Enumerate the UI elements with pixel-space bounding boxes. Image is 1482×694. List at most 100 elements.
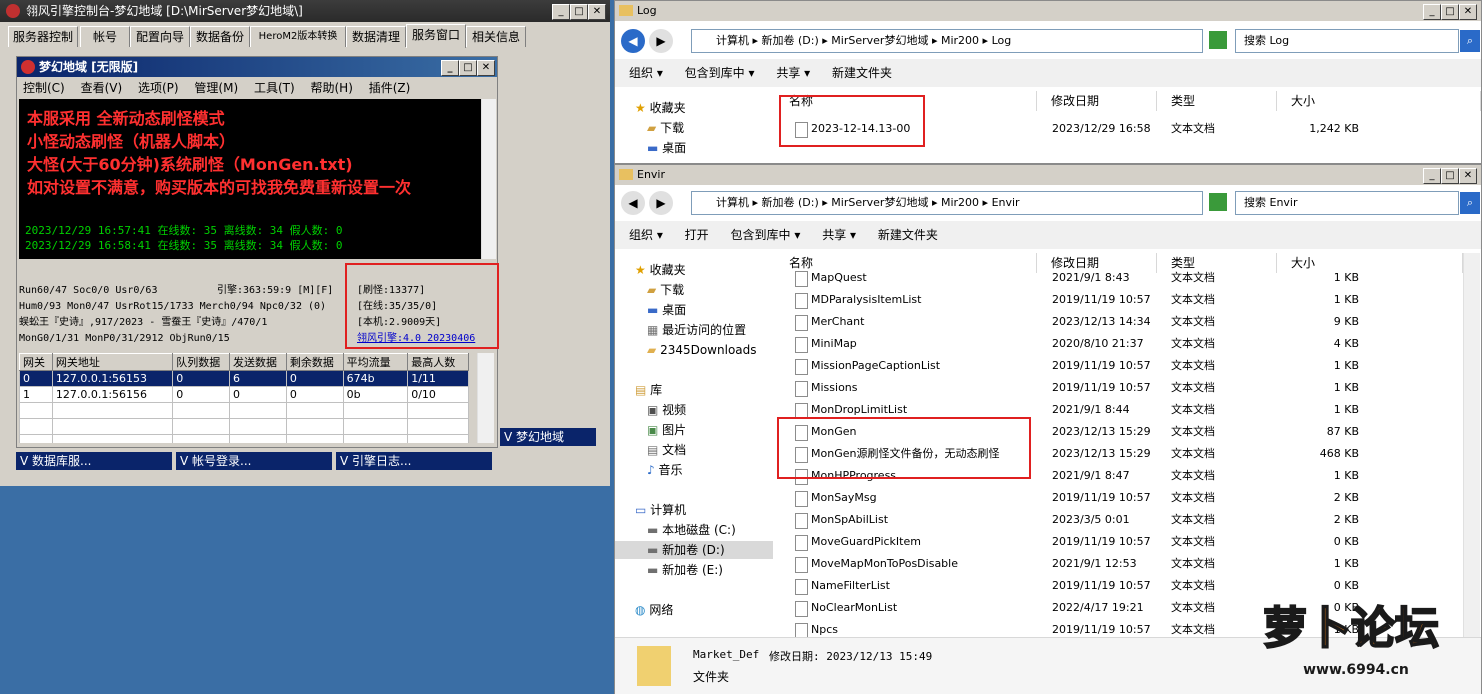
maximize-button[interactable]: □ [1441, 168, 1459, 184]
envir-address-bar[interactable]: 计算机 ▸ 新加卷 (D:) ▸ MirServer梦幻地域 ▸ Mir200 … [691, 191, 1203, 215]
breadcrumb[interactable]: Envir [992, 196, 1020, 209]
breadcrumb[interactable]: 计算机 [716, 34, 749, 47]
minimize-button[interactable]: _ [1423, 4, 1441, 20]
nav-computer[interactable]: ▭ 计算机 [635, 501, 686, 519]
nav-videos[interactable]: ▣ 视频 [647, 401, 686, 419]
tab-server-control[interactable]: 服务器控制 [8, 26, 78, 47]
refresh-icon[interactable] [1209, 31, 1227, 49]
close-button[interactable]: ✕ [1459, 168, 1477, 184]
task-button-login[interactable]: V 帐号登录... [176, 452, 332, 470]
envir-search-input[interactable]: 搜索 Envir ⌕ [1235, 191, 1480, 215]
tab-herom2-convert[interactable]: HeroM2版本转换 [250, 26, 346, 47]
nav-libraries[interactable]: ▤ 库 [635, 381, 662, 399]
nav-favorites[interactable]: ★ 收藏夹 [635, 99, 686, 117]
file-row[interactable]: MiniMap 2020/8/10 21:37 文本文档 4 KB [775, 333, 1415, 355]
maximize-button[interactable]: □ [570, 4, 588, 20]
organize-button[interactable]: 组织 ▾ [629, 228, 663, 242]
forward-button[interactable]: ▶ [649, 191, 673, 215]
nav-recent[interactable]: ▦ 最近访问的位置 [647, 321, 746, 339]
menu-control[interactable]: 控制(C) [23, 81, 65, 95]
inner-close-button[interactable]: ✕ [477, 60, 495, 76]
table-scrollbar[interactable] [477, 353, 494, 443]
tab-account[interactable]: 帐号 [80, 26, 130, 47]
log-address-bar[interactable]: 计算机 ▸ 新加卷 (D:) ▸ MirServer梦幻地域 ▸ Mir200 … [691, 29, 1203, 53]
tab-data-backup[interactable]: 数据备份 [190, 26, 250, 47]
search-icon[interactable]: ⌕ [1460, 30, 1480, 52]
menu-plugins[interactable]: 插件(Z) [369, 81, 411, 95]
column-header[interactable]: 平均流量 [342, 353, 409, 371]
minimize-button[interactable]: _ [1423, 168, 1441, 184]
file-row[interactable]: MonSpAbilList 2023/3/5 0:01 文本文档 2 KB [775, 509, 1415, 531]
inner-titlebar[interactable]: 梦幻地域 [无限版] _ □ ✕ [17, 57, 497, 77]
breadcrumb[interactable]: MirServer梦幻地域 [831, 196, 928, 209]
log-scrollbar[interactable] [481, 99, 496, 259]
breadcrumb[interactable]: MirServer梦幻地域 [831, 34, 928, 47]
breadcrumb[interactable]: Mir200 [941, 196, 979, 209]
share-button[interactable]: 共享 ▾ [822, 228, 856, 242]
menu-tools[interactable]: 工具(T) [254, 81, 295, 95]
new-folder-button[interactable]: 新建文件夹 [832, 66, 892, 80]
column-type[interactable]: 类型 [1157, 91, 1277, 111]
new-folder-button[interactable]: 新建文件夹 [878, 228, 938, 242]
nav-drive-d[interactable]: ▬ 新加卷 (D:) [615, 541, 773, 559]
log-search-input[interactable]: 搜索 Log ⌕ [1235, 29, 1480, 53]
include-library-button[interactable]: 包含到库中 ▾ [731, 228, 801, 242]
side-window-button[interactable]: V 梦幻地域 [500, 428, 596, 446]
breadcrumb[interactable]: Mir200 [941, 34, 979, 47]
file-row[interactable]: MissionPageCaptionList 2019/11/19 10:57 文本… [775, 355, 1415, 377]
file-row[interactable]: MonSayMsg 2019/11/19 10:57 文本文档 2 KB [775, 487, 1415, 509]
column-modified[interactable]: 修改日期 [1037, 91, 1157, 111]
log-titlebar[interactable]: Log _ □ ✕ [615, 1, 1481, 21]
forward-button[interactable]: ▶ [649, 29, 673, 53]
column-header[interactable]: 队列数据 [172, 353, 231, 371]
breadcrumb[interactable]: Log [992, 34, 1012, 47]
back-button[interactable]: ◀ [621, 29, 645, 53]
column-header[interactable]: 网关地址 [51, 353, 174, 371]
close-button[interactable]: ✕ [1459, 4, 1477, 20]
share-button[interactable]: 共享 ▾ [776, 66, 810, 80]
nav-drive-e[interactable]: ▬ 新加卷 (E:) [647, 561, 723, 579]
file-row[interactable]: MDParalysisItemList 2019/11/19 10:57 文本文档 1… [775, 289, 1415, 311]
tab-data-cleanup[interactable]: 数据清理 [346, 26, 406, 47]
nav-downloads[interactable]: ▰ 下载 [647, 119, 684, 137]
menu-view[interactable]: 查看(V) [81, 81, 123, 95]
breadcrumb[interactable]: 新加卷 (D:) [762, 34, 819, 47]
open-button[interactable]: 打开 [685, 228, 709, 242]
file-row[interactable]: MoveGuardPickItem 2019/11/19 10:57 文本文档 0 K… [775, 531, 1415, 553]
search-icon[interactable]: ⌕ [1460, 192, 1480, 214]
inner-maximize-button[interactable]: □ [459, 60, 477, 76]
file-row[interactable]: MapQuest 2021/9/1 8:43 文本文档 1 KB [775, 267, 1415, 289]
table-row[interactable]: 1 127.0.0.1:56156 0 0 0 0b 0/10 [19, 386, 469, 403]
breadcrumb[interactable]: 计算机 [716, 196, 749, 209]
column-header[interactable]: 网关 [19, 353, 53, 371]
close-button[interactable]: ✕ [588, 4, 606, 20]
minimize-button[interactable]: _ [552, 4, 570, 20]
nav-drive-c[interactable]: ▬ 本地磁盘 (C:) [647, 521, 736, 539]
column-header[interactable]: 剩余数据 [285, 353, 344, 371]
organize-button[interactable]: 组织 ▾ [629, 66, 663, 80]
menu-options[interactable]: 选项(P) [138, 81, 179, 95]
envir-scrollbar[interactable] [1463, 253, 1480, 637]
menu-help[interactable]: 帮助(H) [311, 81, 353, 95]
column-header[interactable]: 发送数据 [229, 353, 287, 371]
nav-desktop[interactable]: ▬ 桌面 [647, 139, 686, 157]
file-row[interactable]: Missions 2019/11/19 10:57 文本文档 1 KB [775, 377, 1415, 399]
nav-network[interactable]: ◍ 网络 [635, 601, 673, 619]
breadcrumb[interactable]: 新加卷 (D:) [762, 196, 819, 209]
envir-titlebar[interactable]: Envir _ □ ✕ [615, 165, 1481, 185]
nav-downloads[interactable]: ▰ 下载 [647, 281, 684, 299]
menu-manage[interactable]: 管理(M) [194, 81, 238, 95]
inner-minimize-button[interactable]: _ [441, 60, 459, 76]
nav-documents[interactable]: ▤ 文档 [647, 441, 686, 459]
table-row[interactable]: 0 127.0.0.1:56153 0 6 0 674b 1/11 [19, 370, 469, 387]
column-size[interactable]: 大小 [1277, 91, 1481, 111]
refresh-icon[interactable] [1209, 193, 1227, 211]
file-row[interactable]: MoveMapMonToPosDisable 2021/9/1 12:53 文本文档… [775, 553, 1415, 575]
tab-service-window[interactable]: 服务窗口 [406, 24, 466, 48]
nav-pictures[interactable]: ▣ 图片 [647, 421, 686, 439]
nav-desktop[interactable]: ▬ 桌面 [647, 301, 686, 319]
tab-config-wizard[interactable]: 配置向导 [130, 26, 190, 47]
task-button-database[interactable]: V 数据库服... [16, 452, 172, 470]
back-button[interactable]: ◀ [621, 191, 645, 215]
file-row[interactable]: MerChant 2023/12/13 14:34 文本文档 9 KB [775, 311, 1415, 333]
